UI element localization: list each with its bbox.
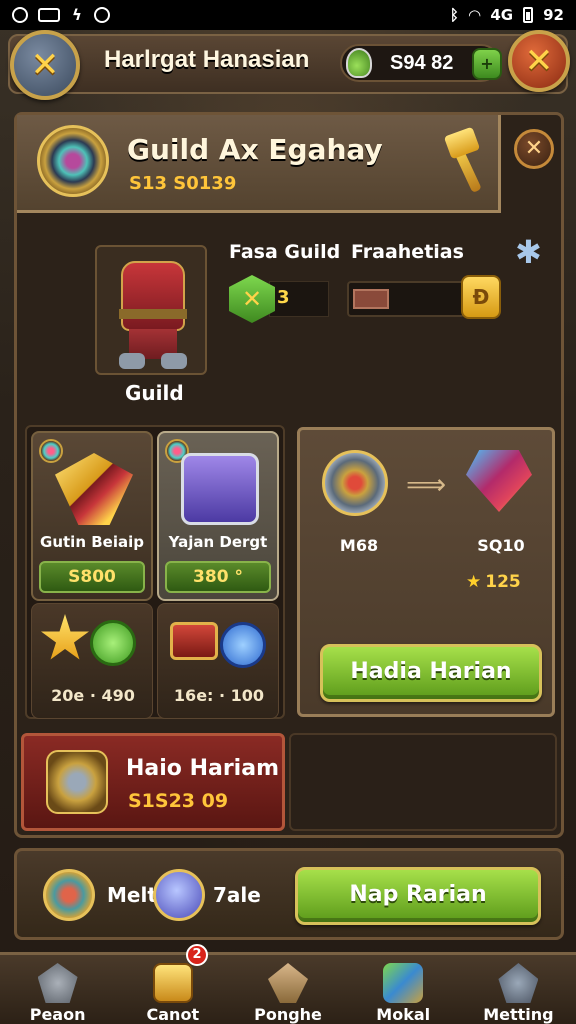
item-price-button[interactable]: S800 bbox=[39, 561, 145, 593]
bundle-label: 20e · 490 bbox=[51, 686, 135, 705]
bluetooth-icon: ᛒ bbox=[449, 6, 459, 24]
gem-icon bbox=[466, 450, 532, 512]
gear-icon bbox=[498, 963, 539, 1003]
upgrade-cost-value: 125 bbox=[485, 572, 521, 592]
potion-icon bbox=[346, 48, 372, 78]
stat2-progress-bar bbox=[347, 281, 465, 317]
guild-panel: Guild Ax Egahay S13 S0139 ✕ Guild Fasa G… bbox=[14, 112, 564, 838]
network-type: 4G bbox=[490, 6, 514, 24]
nav-item-peaon[interactable]: Peaon bbox=[0, 955, 115, 1024]
gem-badge-icon bbox=[39, 439, 63, 463]
settings-gear-icon[interactable]: ✱ bbox=[515, 233, 542, 271]
coin-button[interactable]: Ɖ bbox=[461, 275, 501, 319]
nav-item-ponghe[interactable]: Ponghe bbox=[230, 955, 345, 1024]
armor-icon bbox=[121, 261, 185, 331]
treasure-chest-icon bbox=[181, 453, 259, 525]
sync-icon bbox=[94, 7, 110, 23]
sale-orb-icon[interactable] bbox=[153, 869, 205, 921]
nav-item-canot[interactable]: Canot bbox=[115, 955, 230, 1024]
battery-icon bbox=[523, 7, 534, 23]
melt-label: Melt bbox=[107, 883, 157, 907]
panel-title: Guild Ax Egahay bbox=[127, 133, 383, 166]
chest-icon bbox=[152, 963, 193, 1003]
upgrade-from-label: M68 bbox=[339, 536, 379, 555]
green-coin-icon bbox=[90, 620, 136, 666]
character-label: Guild bbox=[125, 381, 184, 405]
menu-button[interactable]: ✕ bbox=[10, 30, 80, 100]
crossed-swords-icon: ✕ bbox=[30, 45, 60, 85]
melt-ring-icon[interactable] bbox=[43, 869, 95, 921]
upgrade-button[interactable]: Hadia Harian bbox=[320, 644, 542, 702]
close-icon: ✕ bbox=[524, 41, 554, 81]
item-price-button[interactable]: 380 ° bbox=[165, 561, 271, 593]
daily-reward-card[interactable]: Haio Hariam S1S23 09 bbox=[21, 733, 285, 831]
bundle-card[interactable]: 20e · 490 bbox=[31, 603, 153, 719]
shop-item-grid: Gutin Beiaip S800 Yajan Dergt 380 ° 20e … bbox=[25, 425, 285, 719]
nav-item-metting[interactable]: Metting bbox=[461, 955, 576, 1024]
charging-icon: ϟ bbox=[72, 6, 82, 24]
hammer-icon bbox=[443, 126, 489, 194]
panel-title-bar: Guild Ax Egahay S13 S0139 bbox=[17, 115, 501, 213]
bottom-navigation: Peaon Canot Ponghe Mokal Metting bbox=[0, 952, 576, 1024]
upgrade-to-label: SQ10 bbox=[477, 536, 525, 555]
guild-emblem-icon bbox=[37, 125, 109, 197]
star-icon: ★ bbox=[466, 572, 482, 592]
potion-icon bbox=[383, 963, 424, 1003]
red-chest-icon bbox=[170, 622, 218, 660]
sale-label: 7ale bbox=[213, 883, 261, 907]
nav-label: Canot bbox=[146, 1005, 200, 1024]
shop-item-card-selected[interactable]: Yajan Dergt 380 ° bbox=[157, 431, 279, 601]
stat2-label: Fraahetias bbox=[351, 241, 464, 263]
panel-subtitle: S13 S0139 bbox=[129, 173, 237, 194]
scroll-icon bbox=[268, 963, 308, 1003]
add-currency-button[interactable]: + bbox=[472, 48, 502, 80]
nav-label: Mokal bbox=[376, 1005, 431, 1024]
currency-display: S94 82 + bbox=[340, 44, 502, 82]
item-name: Gutin Beiaip bbox=[40, 533, 144, 551]
shop-item-card[interactable]: Gutin Beiaip S800 bbox=[31, 431, 153, 601]
daily-title: Haio Hariam bbox=[126, 756, 279, 781]
bundle-card[interactable]: 16e: · 100 bbox=[157, 603, 279, 719]
item-name: Yajan Dergt bbox=[168, 533, 268, 551]
daily-amount: S1S23 09 bbox=[128, 790, 229, 812]
map-button[interactable]: Nap Rarian bbox=[295, 867, 541, 925]
nav-label: Peaon bbox=[29, 1005, 86, 1024]
status-bar: ϟ ᛒ ◠ 4G 92 bbox=[0, 0, 576, 30]
knight-robot-icon bbox=[46, 750, 108, 814]
notification-badge: 2 bbox=[186, 944, 208, 966]
clock: 92 bbox=[543, 6, 564, 24]
header-title: Harlrgat Hanasian bbox=[104, 46, 310, 73]
stat1-label: Fasa Guild bbox=[229, 241, 341, 263]
stat1-value: 3 bbox=[277, 287, 290, 308]
axe-icon bbox=[55, 453, 133, 525]
star-icon bbox=[41, 614, 89, 660]
daily-empty-slot bbox=[289, 733, 557, 831]
upgrade-panel: ⟹ M68 SQ10 ★ 125 Hadia Harian bbox=[297, 427, 555, 717]
blue-coin-icon bbox=[220, 622, 266, 668]
action-bar: Melt 7ale Nap Rarian bbox=[14, 848, 564, 940]
currency-amount: S94 82 bbox=[390, 51, 454, 74]
signal-strength-icon bbox=[38, 8, 60, 22]
arrow-right-icon: ⟹ bbox=[406, 468, 447, 501]
shield-icon bbox=[322, 450, 388, 516]
panel-close-button[interactable]: ✕ bbox=[514, 129, 554, 169]
nav-item-mokal[interactable]: Mokal bbox=[346, 955, 461, 1024]
stat2-progress-fill bbox=[353, 289, 389, 309]
upgrade-cost: ★ 125 bbox=[466, 572, 521, 592]
nav-label: Metting bbox=[483, 1005, 554, 1024]
close-button[interactable]: ✕ bbox=[508, 30, 570, 92]
bundle-label: 16e: · 100 bbox=[173, 686, 265, 705]
character-portrait[interactable] bbox=[95, 245, 207, 375]
alarm-icon bbox=[12, 7, 28, 23]
helmet-icon bbox=[37, 963, 78, 1003]
wifi-icon: ◠ bbox=[468, 6, 481, 24]
nav-label: Ponghe bbox=[254, 1005, 322, 1024]
